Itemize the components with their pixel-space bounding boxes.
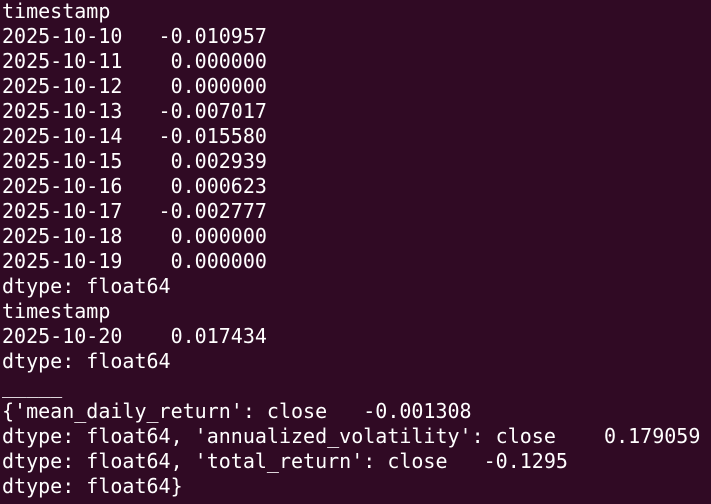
output-line-2025-10-14: 2025-10-14 -0.015580 xyxy=(2,124,267,148)
output-line-2025-10-12: 2025-10-12 0.000000 xyxy=(2,74,267,98)
output-line-metrics-2: dtype: float64, 'annualized_volatility':… xyxy=(2,424,701,448)
output-line-header-1: timestamp xyxy=(2,0,111,23)
terminal-window[interactable]: timestamp 2025-10-10 -0.010957 2025-10-1… xyxy=(0,0,711,504)
output-line-2025-10-15: 2025-10-15 0.002939 xyxy=(2,149,267,173)
output-line-2025-10-20: 2025-10-20 0.017434 xyxy=(2,324,267,348)
output-line-dtype-1: dtype: float64 xyxy=(2,274,171,298)
output-line-2025-10-10: 2025-10-10 -0.010957 xyxy=(2,24,267,48)
output-line-2025-10-16: 2025-10-16 0.000623 xyxy=(2,174,267,198)
output-line-metrics-1: {'mean_daily_return': close -0.001308 xyxy=(2,399,472,423)
output-line-metrics-3: dtype: float64, 'total_return': close -0… xyxy=(2,449,568,473)
output-line-header-2: timestamp xyxy=(2,299,111,323)
terminal-output: timestamp 2025-10-10 -0.010957 2025-10-1… xyxy=(2,0,700,499)
output-line-separator: _____ xyxy=(2,374,63,398)
output-line-2025-10-11: 2025-10-11 0.000000 xyxy=(2,49,267,73)
output-line-metrics-4: dtype: float64} xyxy=(2,474,183,498)
output-line-2025-10-17: 2025-10-17 -0.002777 xyxy=(2,199,267,223)
output-line-2025-10-13: 2025-10-13 -0.007017 xyxy=(2,99,267,123)
output-line-2025-10-18: 2025-10-18 0.000000 xyxy=(2,224,267,248)
output-line-2025-10-19: 2025-10-19 0.000000 xyxy=(2,249,267,273)
output-line-dtype-2: dtype: float64 xyxy=(2,349,171,373)
